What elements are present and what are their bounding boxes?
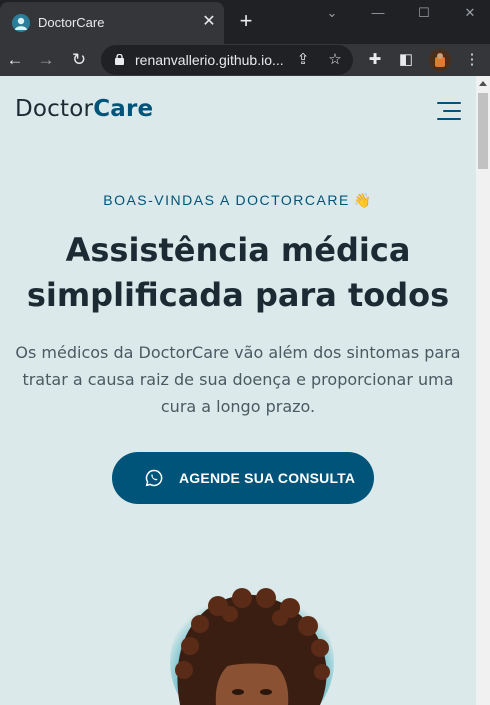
page-title: Assistência médica simplificada para tod… [26, 231, 450, 314]
waving-hand-icon: 👋 [353, 192, 373, 208]
maximize-icon[interactable]: ☐ [412, 3, 436, 23]
logo-text-doctor: Doctor [15, 96, 94, 122]
favicon-icon [12, 14, 30, 32]
share-icon[interactable]: ⇪ [293, 50, 313, 70]
url-text: renanvallerio.github.io... [135, 52, 284, 68]
whatsapp-icon [145, 469, 163, 487]
site-logo[interactable]: DoctorCare [15, 96, 153, 122]
minimize-icon[interactable]: — [366, 3, 390, 23]
scrollbar-thumb[interactable] [478, 93, 488, 169]
chevron-down-icon[interactable]: ⌄ [320, 3, 344, 23]
kebab-menu-icon[interactable]: ⋮ [460, 48, 484, 72]
logo-text-care: Care [93, 96, 154, 122]
doctor-photo [170, 586, 334, 705]
avatar[interactable] [429, 49, 451, 71]
page-scrollbar[interactable] [476, 76, 490, 705]
tab-title: DoctorCare [38, 15, 105, 30]
page-viewport: DoctorCare BOAS-VINDAS A DOCTORCARE 👋 Ass… [0, 76, 476, 705]
address-bar[interactable]: renanvallerio.github.io... ⇪ ☆ [101, 45, 353, 75]
browser-tab-strip: DoctorCare ✕ + ⌄ — ☐ ✕ [0, 0, 490, 44]
welcome-kicker: BOAS-VINDAS A DOCTORCARE 👋 [0, 192, 476, 209]
hamburger-menu-icon[interactable] [437, 101, 461, 121]
kicker-text: BOAS-VINDAS A DOCTORCARE [103, 192, 350, 208]
cta-label: AGENDE SUA CONSULTA [179, 470, 356, 486]
lock-icon [115, 54, 124, 65]
plus-icon[interactable]: + [236, 10, 256, 32]
reload-icon[interactable]: ↻ [67, 48, 91, 72]
window-close-icon[interactable]: ✕ [458, 3, 482, 23]
schedule-appointment-button[interactable]: AGENDE SUA CONSULTA [112, 452, 374, 504]
scroll-up-arrow-icon[interactable] [479, 81, 487, 86]
close-icon[interactable]: ✕ [200, 13, 218, 31]
arrow-left-icon[interactable]: ← [3, 48, 27, 72]
puzzle-icon[interactable]: ✚ [363, 48, 387, 72]
hero-description: Os médicos da DoctorCare vão além dos si… [15, 343, 461, 416]
browser-tab[interactable]: DoctorCare ✕ [0, 2, 224, 44]
browser-toolbar: ← → ↻ renanvallerio.github.io... ⇪ ☆ ✚ ◧… [0, 44, 490, 76]
star-icon[interactable]: ☆ [325, 50, 345, 70]
arrow-right-icon[interactable]: → [34, 48, 58, 72]
side-panel-icon[interactable]: ◧ [394, 48, 418, 72]
